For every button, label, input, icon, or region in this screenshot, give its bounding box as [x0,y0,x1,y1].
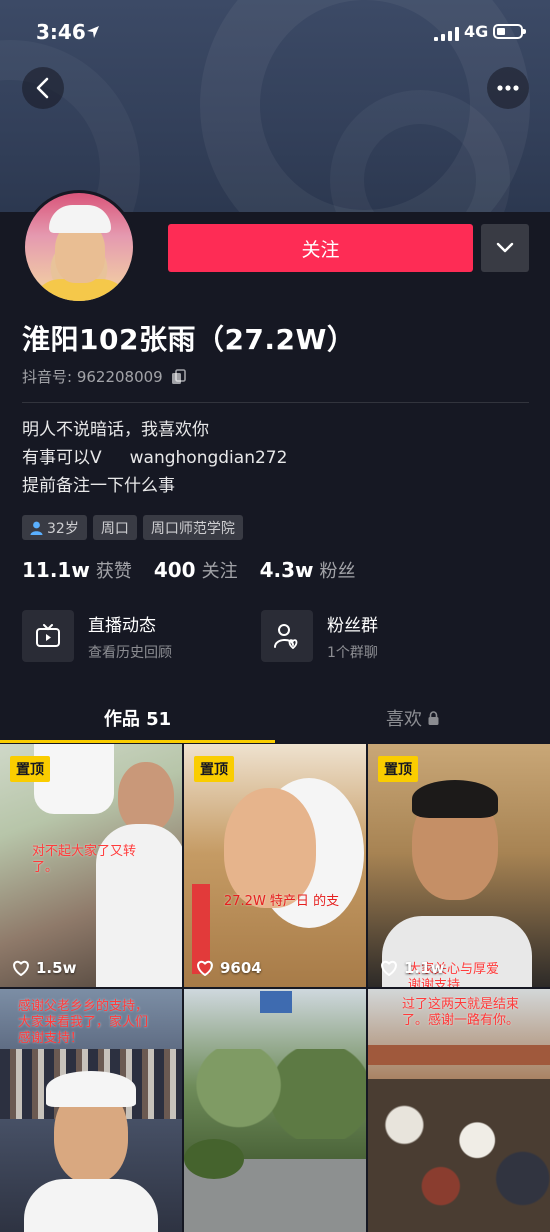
signal-icon [434,26,460,45]
live-history-entry[interactable]: 直播动态 查看历史回顾 [22,610,172,662]
video-tile[interactable] [184,989,366,1232]
heart-icon [381,960,397,976]
fans-label: 粉丝 [319,561,356,582]
live-history-subtitle: 查看历史回顾 [88,644,172,661]
status-time: 3:46 [36,20,86,44]
fans-stat[interactable]: 4.3w 粉丝 [260,557,356,583]
likes-count: 11.1w [22,558,90,582]
video-caption: 27.2W 特产日 的支 [224,894,340,909]
active-tab-indicator [0,740,275,743]
tab-works-label: 作品 51 [103,709,172,730]
divider [22,402,529,403]
video-tile[interactable]: 大家关心与厚爱 谢谢支持 置顶 1.1w [368,744,550,987]
city-tag-label: 周口 [100,520,129,537]
video-caption: 感谢父老乡乡的支持， 大家来看我了，家人们 感谢支持！ [18,999,149,1046]
network-type: 4G [464,22,489,41]
video-likes-count: 1.5w [36,959,77,977]
location-arrow-icon [86,24,100,43]
follow-button[interactable]: 关注 [168,224,473,272]
pinned-badge: 置顶 [194,756,234,782]
more-button[interactable] [487,67,529,109]
video-caption: 对不起大家了又转 了。 [32,844,137,875]
heart-icon [197,960,213,976]
bio: 明人不说暗话，我喜欢你 有事可以V wanghongdian272 提前备注一下什… [22,416,287,500]
video-likes-count: 9604 [220,959,262,977]
copy-icon[interactable] [171,368,186,385]
person-icon [30,521,43,535]
age-tag-label: 32岁 [47,520,79,537]
city-tag: 周口 [92,515,137,540]
tab-likes-label: 喜欢 [386,709,422,730]
video-tile[interactable]: 27.2W 特产日 的支 置顶 9604 [184,744,366,987]
following-label: 关注 [201,561,238,582]
video-likes: 1.5w [12,959,76,977]
video-likes-count: 1.1w [404,959,445,977]
bio-line: 提前备注一下什么事 [22,476,175,496]
avatar[interactable] [22,190,136,304]
bio-contact-prefix: 有事可以V [22,448,102,468]
live-history-title: 直播动态 [88,615,156,636]
status-bar: 3:46 4G [0,0,550,66]
following-stat[interactable]: 400 关注 [154,557,238,583]
heart-icon [13,960,29,976]
video-tile[interactable]: 感谢父老乡乡的支持， 大家来看我了，家人们 感谢支持！ [0,989,182,1232]
likes-stat[interactable]: 11.1w 获赞 [22,557,132,583]
fans-group-title: 粉丝群 [327,615,378,636]
video-likes: 1.1w [380,959,444,977]
video-caption: 过了这两天就是结束 了。感谢一路有你。 [402,997,520,1028]
school-tag: 周口师范学院 [142,515,243,540]
fans-group-icon [261,610,313,662]
live-tv-icon [22,610,74,662]
douyin-id-text: 抖音号: 962208009 [22,368,163,386]
more-icon [497,85,519,91]
tab-works[interactable]: 作品 51 [0,694,275,742]
profile-stats: 11.1w 获赞 400 关注 4.3w 粉丝 [22,557,355,583]
tab-likes[interactable]: 喜欢 [275,694,550,742]
fans-group-subtitle: 1个群聊 [327,644,378,661]
following-count: 400 [153,558,196,582]
age-tag: 32岁 [22,515,87,540]
back-button[interactable] [22,67,64,109]
content-tabs: 作品 51 喜欢 [0,694,550,744]
lock-icon [428,711,439,725]
recommend-dropdown-button[interactable] [481,224,529,272]
school-tag-label: 周口师范学院 [150,520,235,537]
likes-label: 获赞 [95,561,132,582]
chevron-left-icon [36,77,49,99]
video-tile[interactable]: 对不起大家了又转 了。 置顶 1.5w [0,744,182,987]
video-likes: 9604 [196,959,262,977]
profile-tags: 32岁 周口 周口师范学院 [22,515,243,540]
bio-contact-handle: wanghongdian272 [129,448,288,468]
chevron-down-icon [496,242,514,253]
bio-line: 有事可以V wanghongdian272 [22,444,287,472]
bio-line: 明人不说暗话，我喜欢你 [22,420,209,440]
battery-icon [493,24,526,39]
pinned-badge: 置顶 [378,756,418,782]
profile-name: 淮阳102张雨（27.2W） [22,323,356,356]
video-tile[interactable]: 过了这两天就是结束 了。感谢一路有你。 [368,989,550,1232]
fans-count: 4.3w [259,558,314,582]
pinned-badge: 置顶 [10,756,50,782]
fans-group-entry[interactable]: 粉丝群 1个群聊 [261,610,378,662]
douyin-id: 抖音号: 962208009 [22,366,186,387]
